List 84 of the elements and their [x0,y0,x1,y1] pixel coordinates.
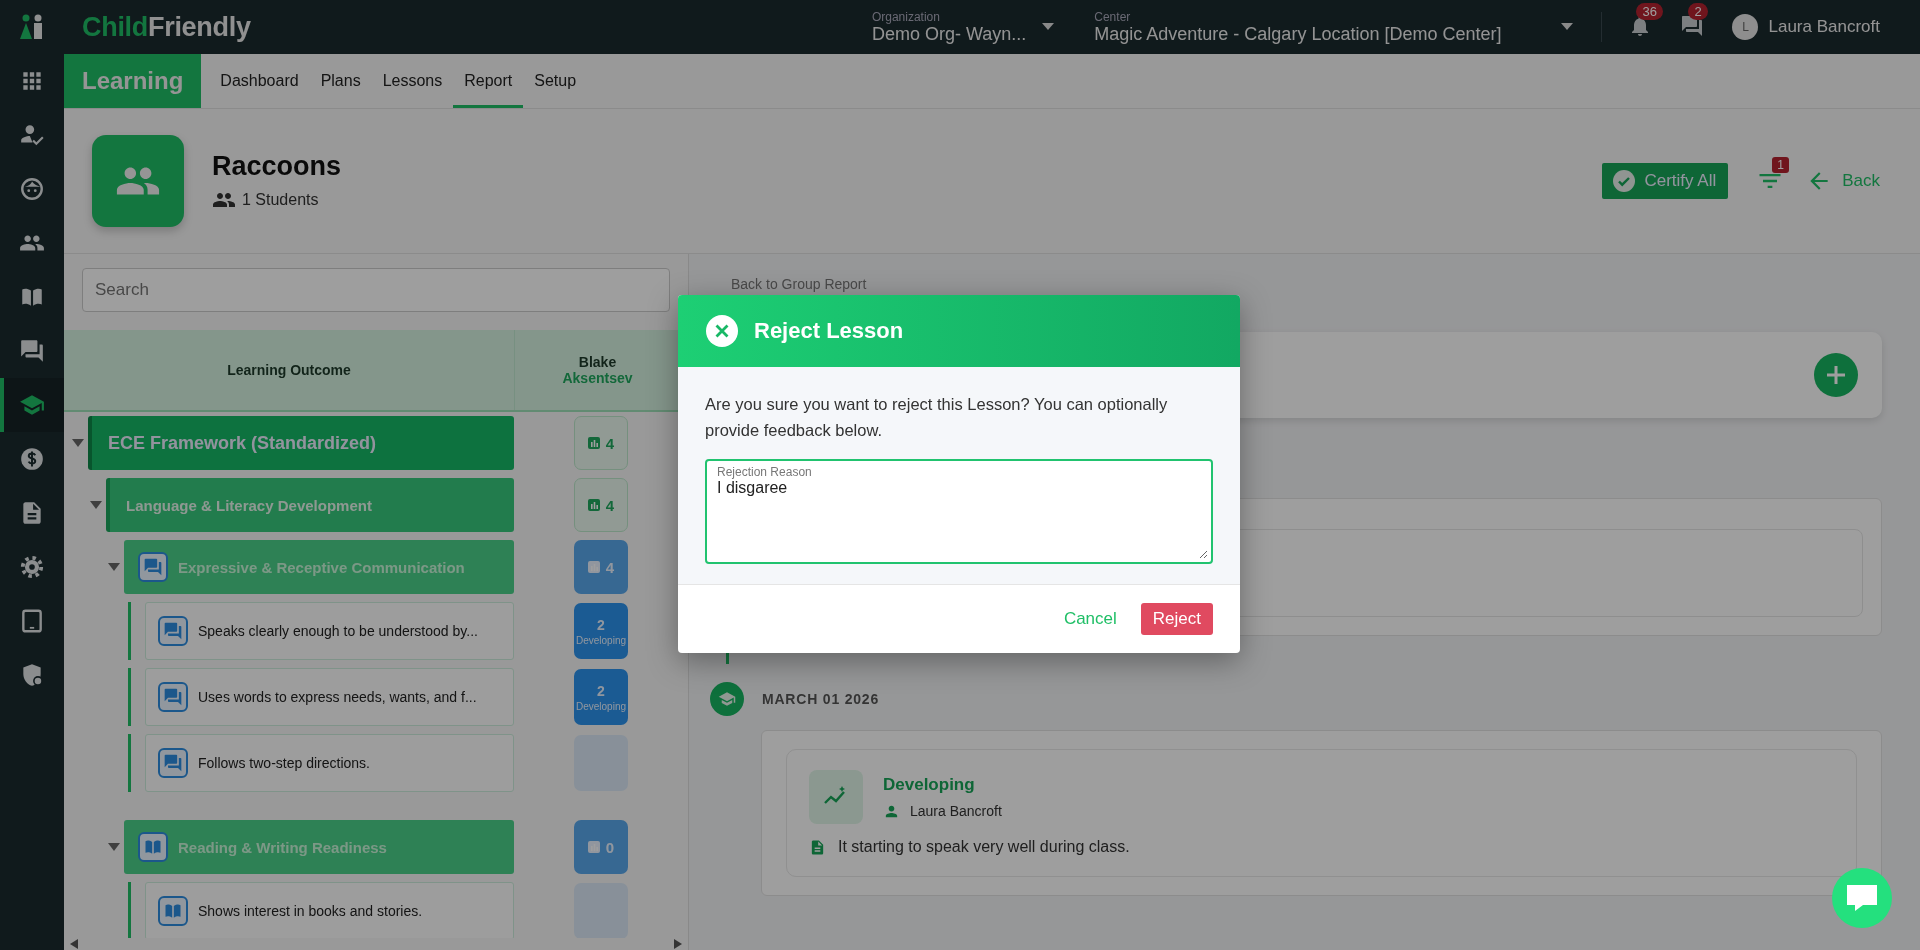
plus-icon [1825,364,1847,386]
messages-icon[interactable] [1680,14,1705,38]
caret-icon[interactable] [108,562,120,572]
scroll-left-icon[interactable] [70,939,78,949]
settings-icon [19,554,45,580]
student-first-name: Blake [578,354,617,370]
score-value: 0 [605,838,615,856]
column-header: Learning Outcome [227,362,351,378]
message-count: 2 [1688,3,1708,20]
dialog-title: Reject Lesson [754,318,904,344]
resize-handle-icon[interactable] [1199,550,1208,559]
document-icon [809,838,826,856]
book-icon [158,896,188,926]
group-name: Raccoons [212,150,342,182]
score-level: Developing [575,634,626,646]
sidebar-item[interactable] [0,378,64,432]
indicator-row[interactable]: Shows interest in books and stories. [145,882,514,938]
caret-icon[interactable] [1561,23,1574,31]
score-value: 2 [597,682,605,699]
dollar-icon [19,446,45,472]
caret-icon[interactable] [72,438,84,448]
notification-count: 36 [1636,3,1663,20]
chart-icon [587,561,600,573]
graduation-cap-icon [710,682,744,716]
user-name[interactable]: Laura Bancroft [1768,17,1880,37]
chart-icon [587,841,600,853]
chat-icon [19,338,45,364]
score-badge[interactable]: 2 Developing [574,603,628,659]
logo[interactable]: ChildFriendly [82,11,251,43]
face-icon [19,176,45,202]
framework-row[interactable]: ECE Framework (Standardized) [88,416,514,470]
search-field[interactable]: Search [82,268,670,312]
back-link[interactable]: Back [1806,168,1880,194]
chart-icon [587,499,600,511]
chat-icon [158,682,188,712]
certify-all-button[interactable]: Certify All [1602,163,1729,199]
nav-tab[interactable]: Setup [523,57,588,108]
reject-button[interactable]: Reject [1140,603,1213,635]
user-avatar[interactable]: L [1732,14,1759,40]
rejection-reason-field[interactable]: Rejection Reason I disgaree [705,459,1213,564]
book-icon [138,832,168,862]
trend-icon [809,770,863,824]
score-badge[interactable]: 2 Developing [574,669,628,725]
back-to-group-link[interactable]: Back to Group Report [731,276,1882,298]
score-badge[interactable]: 4 [574,416,628,470]
indicator-row[interactable]: Follows two-step directions. [145,734,514,792]
tablet-icon [19,608,45,634]
chart-icon [587,437,600,449]
nav-tab[interactable]: Lessons [371,57,454,108]
nav-tab[interactable]: Dashboard [209,57,310,108]
chat-icon [158,748,188,778]
score-value: 2 [597,616,605,633]
progress-level: Developing [883,774,976,795]
person-check-icon [19,122,45,148]
cancel-button[interactable]: Cancel [1057,605,1123,633]
timeline-date: MARCH 01 2026 [762,691,879,707]
score-badge[interactable]: 4 [574,540,628,594]
score-badge[interactable]: 4 [574,478,628,532]
student-count: 1 Students [242,190,319,209]
score-value: 4 [605,496,615,514]
observation-note: It starting to speak very well during class. [838,838,1130,856]
score-value: 4 [605,434,615,452]
caret-icon[interactable] [1042,23,1055,31]
dialog-message: Are you sure you want to reject this Lesson? You can optionally provide feedback below. [705,394,1169,441]
score-level: Developing [575,700,626,712]
student-last-name: Aksentsev [562,370,633,386]
scroll-right-icon[interactable] [674,939,682,949]
score-badge[interactable]: 0 [574,820,628,874]
caret-icon[interactable] [90,500,102,510]
close-icon[interactable] [706,315,738,347]
nav-tab[interactable]: Plans [309,57,372,108]
chat-icon [158,616,188,646]
indicator-row[interactable]: Speaks clearly enough to be understood by... [145,602,514,660]
author-name: Laura Bancroft [910,803,1002,819]
caret-icon[interactable] [108,842,120,852]
filter-count: 1 [1772,157,1789,173]
speech-bubble-icon [1845,883,1879,913]
chat-icon [138,552,168,582]
module-title: Learning [64,54,202,108]
check-circle-icon [1612,169,1637,193]
center-dropdown[interactable]: Center Magic Adventure - Calgary Location [Demo Center] [1094,9,1574,45]
organization-dropdown[interactable]: Organization Demo Org- Wayn... [871,9,1055,45]
indicator-row[interactable]: Uses words to express needs, wants, and f... [145,668,514,726]
score-value: 4 [605,558,615,576]
